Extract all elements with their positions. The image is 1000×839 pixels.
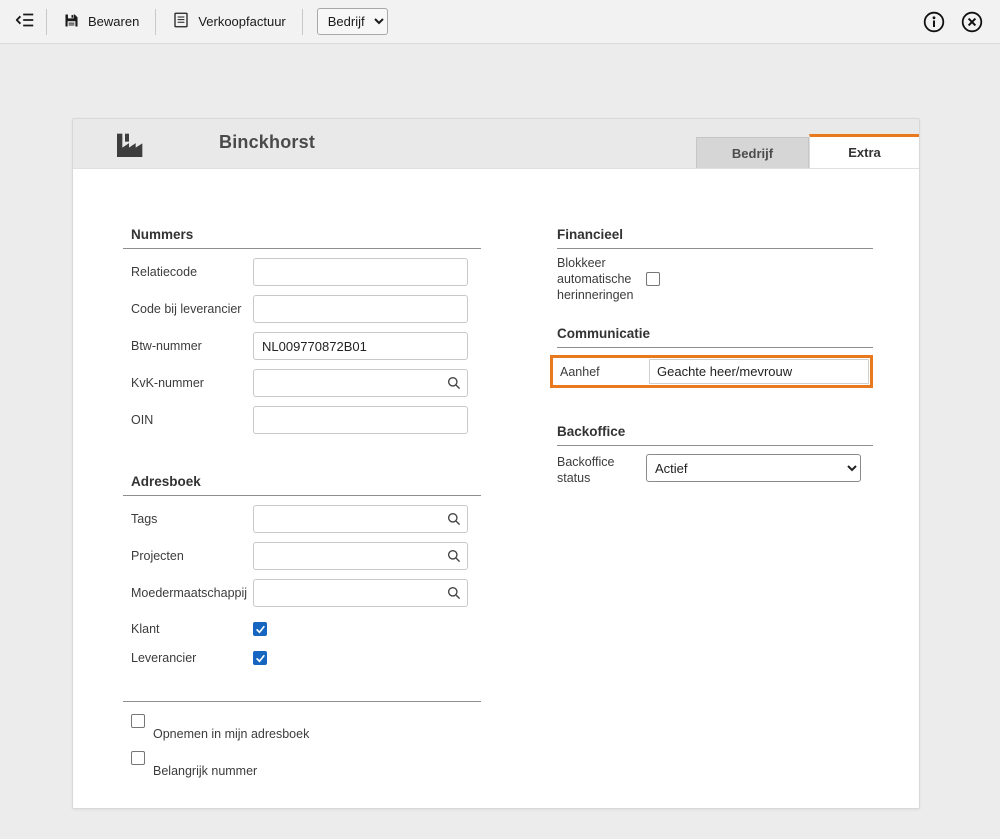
- toolbar-divider: [46, 9, 47, 35]
- field-label: OIN: [123, 413, 253, 427]
- relation-detail-card: Binckhorst Bedrijf Extra Nummers Relatie…: [72, 118, 920, 809]
- klant-checkbox[interactable]: [253, 622, 267, 636]
- tags-input[interactable]: [253, 505, 468, 533]
- field-row-tags: Tags: [123, 505, 481, 533]
- entity-type-dropdown[interactable]: Bedrijf: [317, 8, 388, 35]
- section-heading-financieel: Financieel: [557, 219, 873, 249]
- field-row-btw-nummer: Btw-nummer: [123, 332, 481, 360]
- checkbox-label: Opnemen in mijn adresboek: [153, 714, 309, 741]
- section-heading-adresboek: Adresboek: [123, 466, 481, 496]
- code-bij-leverancier-input[interactable]: [253, 295, 468, 323]
- section-heading-nummers: Nummers: [123, 219, 481, 249]
- oin-input[interactable]: [253, 406, 468, 434]
- field-label: Relatiecode: [123, 265, 253, 279]
- belangrijk-nummer-row: Belangrijk nummer: [123, 751, 481, 778]
- field-label: KvK-nummer: [123, 376, 253, 390]
- moedermaatschappij-input[interactable]: [253, 579, 468, 607]
- blokkeer-herinneringen-checkbox[interactable]: [646, 272, 660, 286]
- toolbar-divider: [155, 9, 156, 35]
- search-icon[interactable]: [446, 548, 462, 564]
- field-row-projecten: Projecten: [123, 542, 481, 570]
- klant-row: Klant: [123, 622, 481, 636]
- toolbar: Bewaren Verkoopfactuur Bedrijf: [0, 0, 1000, 44]
- section-heading-backoffice: Backoffice: [557, 416, 873, 446]
- sales-invoice-button[interactable]: Verkoopfactuur: [162, 6, 295, 38]
- field-row-kvk-nummer: KvK-nummer: [123, 369, 481, 397]
- field-label: Aanhef: [553, 365, 649, 379]
- field-row-relatiecode: Relatiecode: [123, 258, 481, 286]
- field-label: Projecten: [123, 549, 253, 563]
- close-icon[interactable]: [960, 10, 984, 34]
- left-column: Nummers Relatiecode Code bij leverancier…: [123, 219, 481, 778]
- save-button-label: Bewaren: [88, 14, 139, 29]
- tab-extra[interactable]: Extra: [809, 134, 919, 168]
- relatiecode-input[interactable]: [253, 258, 468, 286]
- adresboek-opt-row: Opnemen in mijn adresboek: [123, 714, 481, 741]
- save-icon: [63, 12, 80, 32]
- search-icon[interactable]: [446, 511, 462, 527]
- factory-icon: [113, 129, 145, 161]
- field-row-code-leverancier: Code bij leverancier: [123, 295, 481, 323]
- belangrijk-nummer-checkbox[interactable]: [131, 751, 145, 765]
- backoffice-status-select[interactable]: Actief: [646, 454, 861, 482]
- field-label: Code bij leverancier: [123, 302, 253, 316]
- aanhef-highlight-annotation: Aanhef: [550, 355, 873, 388]
- backoffice-status-row: Backoffice status Actief: [557, 454, 873, 486]
- field-label: Moedermaatschappij: [123, 586, 253, 600]
- sidebar-toggle-icon: [14, 9, 36, 34]
- blokkeer-row: Blokkeer automatische herinneringen: [557, 255, 873, 303]
- sidebar-toggle-button[interactable]: [10, 6, 40, 38]
- field-row-moedermaatschappij: Moedermaatschappij: [123, 579, 481, 607]
- field-label: Leverancier: [123, 651, 253, 665]
- section-heading-communicatie: Communicatie: [557, 318, 873, 348]
- leverancier-row: Leverancier: [123, 651, 481, 665]
- sales-invoice-button-label: Verkoopfactuur: [198, 14, 285, 29]
- field-label: Btw-nummer: [123, 339, 253, 353]
- field-label: Tags: [123, 512, 253, 526]
- field-label: Klant: [123, 622, 253, 636]
- right-column: Financieel Blokkeer automatische herinne…: [557, 219, 873, 486]
- opnemen-adresboek-checkbox[interactable]: [131, 714, 145, 728]
- leverancier-checkbox[interactable]: [253, 651, 267, 665]
- field-row-oin: OIN: [123, 406, 481, 434]
- tab-bedrijf[interactable]: Bedrijf: [696, 137, 809, 168]
- field-label: Blokkeer automatische herinneringen: [557, 255, 646, 303]
- search-icon[interactable]: [446, 585, 462, 601]
- save-button[interactable]: Bewaren: [53, 6, 149, 38]
- toolbar-divider: [302, 9, 303, 35]
- page-title: Binckhorst: [219, 132, 315, 153]
- checkbox-label: Belangrijk nummer: [153, 751, 257, 778]
- field-label: Backoffice status: [557, 454, 646, 486]
- kvk-nummer-input[interactable]: [253, 369, 468, 397]
- invoice-icon: [172, 11, 190, 32]
- card-header: Binckhorst Bedrijf Extra: [73, 119, 919, 169]
- projecten-input[interactable]: [253, 542, 468, 570]
- divider-rule: [123, 701, 481, 702]
- aanhef-input[interactable]: [649, 359, 869, 384]
- info-icon[interactable]: [922, 10, 946, 34]
- search-icon[interactable]: [446, 375, 462, 391]
- btw-nummer-input[interactable]: [253, 332, 468, 360]
